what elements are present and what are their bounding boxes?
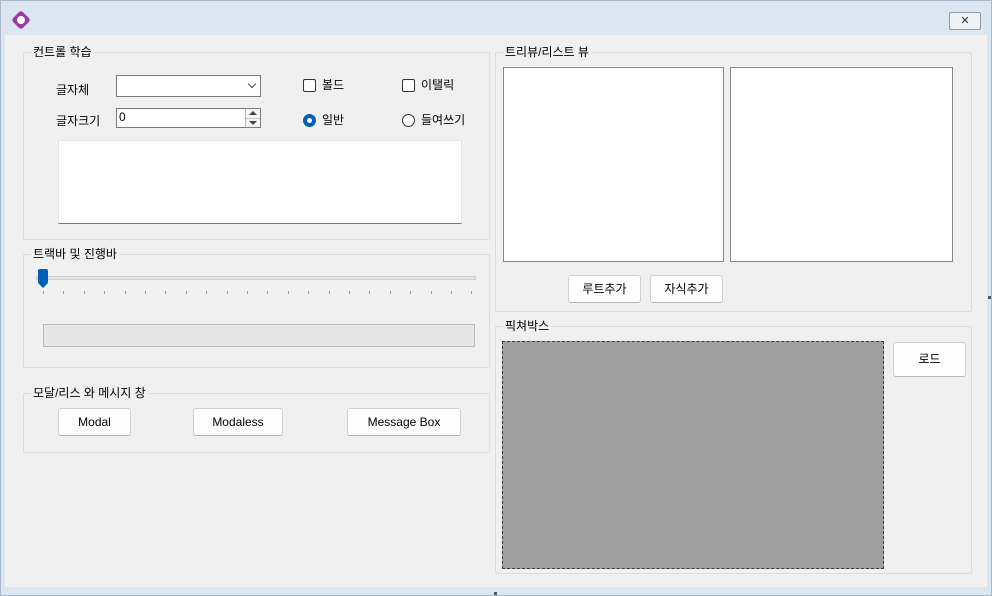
trackbar-tick — [185, 291, 187, 294]
add-root-button[interactable]: 루트추가 — [568, 275, 641, 303]
form-client-area: 컨트롤 학습 글자체 볼드 이탤릭 글자크기 0 일반 들여쓰기 트랙바 및 진… — [5, 35, 987, 587]
control-learning-title: 컨트롤 학습 — [31, 44, 94, 60]
spin-down-icon[interactable] — [249, 121, 257, 125]
trackbar-tick — [226, 291, 228, 294]
picture-box-title: 픽쳐박스 — [503, 318, 552, 334]
trackbar-tick — [165, 291, 167, 294]
trackbar-tick — [349, 291, 350, 294]
modal-message-group: 모달/리스 와 메시지 창 Modal Modaless Message Box — [23, 385, 490, 453]
normal-radio[interactable] — [303, 114, 316, 127]
trackbar-tick — [43, 291, 44, 294]
tree-list-group: 트리뷰/리스트 뷰 루트추가 자식추가 — [495, 44, 972, 312]
modaless-button[interactable]: Modaless — [193, 408, 283, 436]
italic-label[interactable]: 이탤릭 — [421, 77, 454, 93]
trackbar-ticks — [24, 255, 489, 367]
trackbar-tick — [451, 291, 452, 294]
trackbar-tick — [308, 291, 310, 294]
trackbar-tick — [471, 291, 473, 294]
bold-label[interactable]: 볼드 — [322, 77, 344, 93]
list-view[interactable] — [730, 67, 953, 262]
indent-label[interactable]: 들여쓰기 — [421, 112, 465, 128]
indent-radio[interactable] — [402, 114, 415, 127]
resize-handle-bottom[interactable] — [494, 592, 497, 595]
normal-label[interactable]: 일반 — [322, 112, 344, 128]
resize-handle-right[interactable] — [988, 296, 991, 299]
close-button[interactable]: ✕ — [949, 12, 981, 30]
trackbar-tick — [369, 291, 371, 294]
trackbar-tick — [430, 291, 432, 294]
trackbar-progress-group: 트랙바 및 진행바 — [23, 246, 490, 368]
font-combobox[interactable] — [116, 75, 261, 97]
trackbar-tick — [410, 291, 412, 294]
trackbar-tick — [206, 291, 208, 294]
spin-up-icon[interactable] — [249, 111, 257, 115]
font-size-label: 글자크기 — [56, 114, 101, 128]
app-window: ✕ 컨트롤 학습 글자체 볼드 이탤릭 글자크기 0 일반 들여쓰기 트랙바 및… — [0, 0, 992, 596]
app-icon — [11, 10, 31, 30]
load-button[interactable]: 로드 — [893, 342, 966, 377]
trackbar-tick — [83, 291, 85, 294]
trackbar-tick — [63, 291, 65, 294]
trackbar-tick — [104, 291, 106, 294]
picture-box[interactable] — [502, 341, 884, 569]
add-child-button[interactable]: 자식추가 — [650, 275, 723, 303]
progress-bar — [43, 324, 475, 347]
trackbar-tick — [389, 291, 391, 294]
trackbar-thumb[interactable] — [38, 269, 48, 288]
tree-list-title: 트리뷰/리스트 뷰 — [503, 44, 591, 60]
font-size-value: 0 — [119, 110, 126, 124]
message-box-button[interactable]: Message Box — [347, 408, 461, 436]
trackbar-tick — [287, 291, 289, 294]
title-bar[interactable]: ✕ — [1, 1, 991, 35]
font-label: 글자체 — [56, 83, 90, 97]
trackbar-tick — [247, 291, 248, 294]
trackbar-tick — [267, 291, 269, 294]
close-icon: ✕ — [960, 14, 970, 27]
spinner-buttons[interactable] — [245, 109, 260, 127]
sample-text-box[interactable] — [58, 140, 462, 224]
trackbar-tick — [145, 291, 146, 294]
modal-message-title: 모달/리스 와 메시지 창 — [31, 385, 148, 401]
control-learning-group: 컨트롤 학습 글자체 볼드 이탤릭 글자크기 0 일반 들여쓰기 — [23, 44, 490, 240]
chevron-down-icon — [247, 79, 257, 89]
tree-view[interactable] — [503, 67, 724, 262]
italic-checkbox[interactable] — [402, 79, 415, 92]
trackbar-tick — [328, 291, 330, 294]
bold-checkbox[interactable] — [303, 79, 316, 92]
trackbar-tick — [124, 291, 126, 294]
picture-box-group: 픽쳐박스 로드 — [495, 318, 972, 574]
font-size-spinner[interactable]: 0 — [116, 108, 261, 128]
modal-button[interactable]: Modal — [58, 408, 131, 436]
